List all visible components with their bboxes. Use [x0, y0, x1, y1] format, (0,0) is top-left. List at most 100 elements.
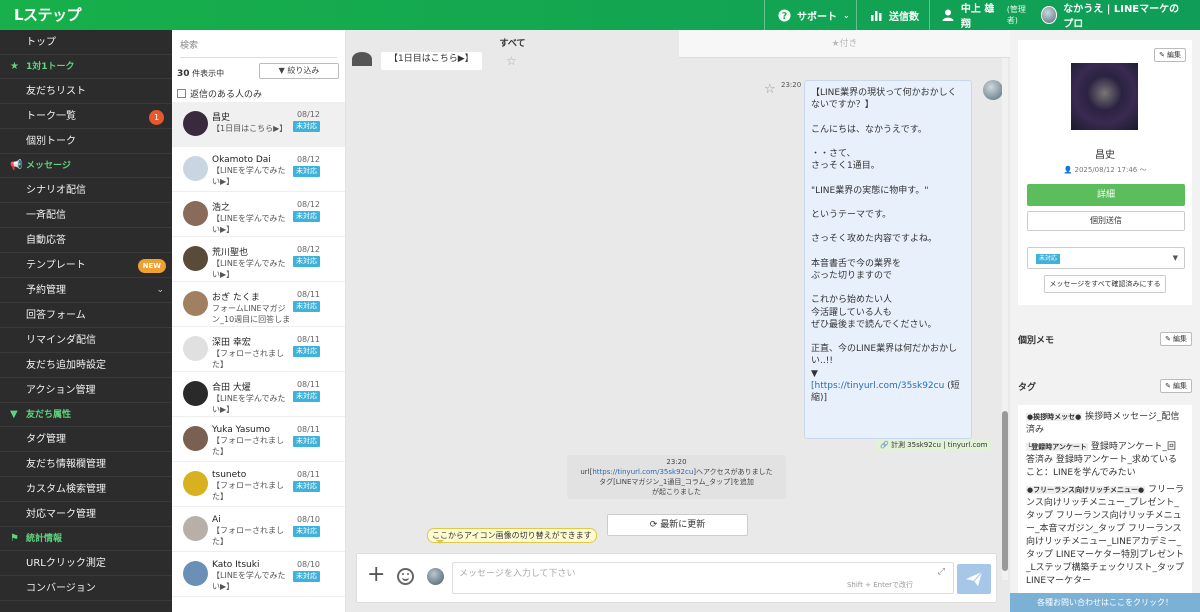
status-badge: 未対応 [1036, 254, 1061, 264]
sidebar-item[interactable]: カスタム検索管理 [0, 477, 172, 502]
mark-all-read-button[interactable]: メッセージをすべて確認済みにする [1044, 275, 1166, 293]
status-badge: 未対応 [293, 481, 320, 492]
tag-group: └登録時アンケート 登録時アンケート_回答済み 登録時アンケート_求めていること… [1026, 441, 1184, 480]
send-button[interactable] [957, 564, 991, 594]
reply-only-toggle[interactable]: 返信のある人のみ [172, 84, 345, 102]
sent-count-button[interactable]: 送信数 [856, 0, 931, 30]
user-account-menu[interactable]: 中上 雄翔 (管理者) なかうえ | LINEマーケのプロ [929, 0, 1200, 30]
sidebar-item[interactable]: 対応マーク管理 [0, 502, 172, 527]
sidebar-item-label: 一斉配信 [26, 210, 66, 221]
message-composer: + メッセージを入力して下さい Shift + Enterで改行 ⤢ [356, 553, 997, 603]
chat-list-item[interactable]: 深田 幸宏 【フォローされました】 08/11 未対応 [172, 327, 345, 372]
chat-name: Yuka Yasumo [212, 425, 271, 435]
avatar [183, 561, 208, 586]
avatar [183, 111, 208, 136]
sidebar-item[interactable]: トップ [0, 30, 172, 55]
sidebar-item[interactable]: 一斉配信 [0, 203, 172, 228]
star-icon[interactable]: ☆ [764, 82, 776, 97]
memo-edit-button[interactable]: ✎ 編集 [1160, 332, 1192, 346]
support-menu[interactable]: ? サポート ⌄ [764, 0, 862, 30]
chat-list-item[interactable]: 荒川聖也 【LINEを学んでみたい▶】 08/12 未対応 [172, 237, 345, 282]
chat-date: 08/12 [296, 155, 320, 164]
filter-button[interactable]: ▼ 絞り込み [259, 63, 339, 79]
chat-preview: 【LINEを学んでみたい▶】 [212, 214, 286, 234]
chat-list-item[interactable]: おぎ たくまフォームLINEマガジン_10週目に回答しまし 08/11 未対応 [172, 282, 345, 327]
status-badge: 未対応 [293, 211, 320, 222]
avatar [183, 246, 208, 271]
sidebar-item-label: シナリオ配信 [26, 185, 86, 196]
sidebar-item[interactable]: 友だち追加時設定 [0, 353, 172, 378]
sidebar-item[interactable]: トーク一覧 1 [0, 104, 172, 129]
refresh-button[interactable]: ⟳ 最新に更新 [607, 514, 748, 536]
support-label: サポート [797, 11, 837, 23]
tab-starred[interactable]: ★付き [679, 30, 1010, 58]
lstep-logo[interactable]: Lステップ [8, 4, 87, 26]
chat-preview: 【1日目はこちら▶】 [212, 124, 288, 133]
expand-icon[interactable]: ⤢ [938, 567, 945, 577]
new-badge: NEW [137, 259, 166, 273]
sidebar-item[interactable]: タグ管理 [0, 427, 172, 452]
emoji-icon[interactable] [397, 568, 414, 585]
system-event-time: 23:20 [666, 458, 687, 466]
sidebar-item-label: 友だち追加時設定 [26, 360, 106, 371]
sidebar-item[interactable]: 個別トーク [0, 129, 172, 154]
edit-icon: ✎ [1159, 51, 1165, 59]
filter-label: 絞り込み [287, 66, 320, 75]
sidebar-item[interactable]: 自動応答 [0, 228, 172, 253]
chat-list-item[interactable]: 浩之 【LINEを学んでみたい▶】 08/12 未対応 [172, 192, 345, 237]
chat-search-input[interactable]: 検索 [180, 38, 337, 58]
status-select[interactable]: 未対応 ▼ [1027, 247, 1185, 269]
plus-icon[interactable]: + [367, 564, 385, 586]
reply-only-checkbox[interactable] [177, 88, 186, 98]
chat-list-item[interactable]: Yuka Yasumo 【フォローされました】 08/11 未対応 [172, 417, 345, 462]
individual-send-button[interactable]: 個別送信 [1027, 211, 1185, 231]
chat-preview: 【LINEを学んでみたい▶】 [212, 166, 286, 186]
chat-list-item[interactable]: 昌史 【1日目はこちら▶】 08/12 未対応 [172, 102, 345, 147]
chat-list-item[interactable]: 合田 大燿 【LINEを学んでみたい▶】 08/11 未対応 [172, 372, 345, 417]
profile-edit-button[interactable]: ✎ 編集 [1154, 48, 1186, 62]
detail-button[interactable]: 詳細 [1027, 184, 1185, 206]
sidebar-item[interactable]: コンバージョン [0, 576, 172, 601]
sidebar-item[interactable]: テンプレート NEW [0, 253, 172, 278]
tag-edit-button[interactable]: ✎ 編集 [1160, 379, 1192, 393]
sender-icon-switch[interactable] [427, 568, 444, 585]
star-icon[interactable]: ☆ [506, 54, 517, 68]
scrollbar-thumb[interactable] [1002, 411, 1008, 571]
system-event-link[interactable]: https://tinyurl.com/35sk92cu [592, 468, 693, 476]
profile-photo [1071, 63, 1138, 130]
link-measure-caption[interactable]: 🔗 計測 35sk92cu | tinyurl.com [876, 440, 992, 451]
avatar [183, 291, 208, 316]
chat-date: 08/12 [296, 200, 320, 209]
paper-plane-icon [966, 571, 983, 586]
chat-list-item[interactable]: Kato Itsuki 【LINEを学んでみたい▶】 08/10 未対応 [172, 552, 345, 597]
sidebar-item[interactable]: リマインダ配信 [0, 328, 172, 353]
unread-count-badge: 1 [149, 110, 164, 125]
sidebar-item[interactable]: 友だちリスト [0, 79, 172, 104]
contact-button[interactable]: 各種お問い合わせはここをクリック！ [1010, 593, 1200, 612]
chat-list-item[interactable]: Okamoto Dai 【LINEを学んでみたい▶】 08/12 未対応 [172, 147, 345, 192]
sidebar-section: ▼ 友だち属性 [0, 403, 172, 427]
sender-avatar [983, 80, 1003, 100]
chat-scrollbar[interactable] [1002, 58, 1008, 580]
chat-date: 08/11 [296, 380, 320, 389]
chat-list: 昌史 【1日目はこちら▶】 08/12 未対応 Okamoto Dai 【LINEを学んで… [172, 102, 345, 597]
refresh-icon: ⟳ [649, 520, 658, 530]
chat-name: 浩之 [212, 203, 231, 213]
chat-list-item[interactable]: Ai 【フォローされました】 08/10 未対応 [172, 507, 345, 552]
message-input[interactable]: メッセージを入力して下さい Shift + Enterで改行 ⤢ [452, 562, 954, 594]
sidebar-item[interactable]: 友だち情報欄管理 [0, 452, 172, 477]
chevron-down-icon: ⌄ [843, 10, 850, 20]
chat-preview: フォームLINEマガジン_10週目に回答しまし [212, 304, 291, 324]
friend-detail-panel: ✎ 編集 昌史 👤 2025/08/12 17:46 〜 詳細 個別送信 未対応 … [1010, 30, 1200, 612]
sidebar-item[interactable]: 予約管理 ⌄ [0, 278, 172, 303]
tag-group-label: ●フリーランス向けリッチメニュー● [1026, 486, 1146, 494]
chat-list-item[interactable]: tsuneto 【フォローされました】 08/11 未対応 [172, 462, 345, 507]
message-link[interactable]: [https://tinyurl.com/35sk92cu [811, 381, 944, 391]
sidebar-item[interactable]: シナリオ配信 [0, 178, 172, 203]
sidebar-item[interactable]: アクション管理 [0, 378, 172, 403]
status-badge: 未対応 [293, 571, 320, 582]
sidebar-item[interactable]: 回答フォーム [0, 303, 172, 328]
tag-group-label: ●挨拶時メッセ● [1026, 413, 1083, 421]
message-body: 【LINE業界の現状って何かおかしくないですか？】 こんにちは、なかうえです。 … [811, 88, 958, 379]
sidebar-item[interactable]: URLクリック測定 [0, 551, 172, 576]
